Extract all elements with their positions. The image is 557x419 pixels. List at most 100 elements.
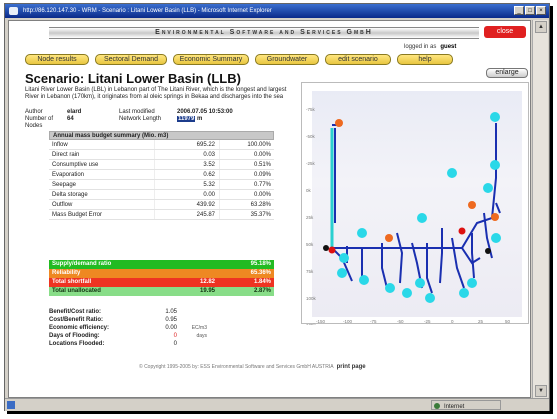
nav-button-groundwater[interactable]: Groundwater [255, 54, 319, 65]
window-titlebar: http://86.120.147.30 - WRM - Scenario : … [5, 4, 549, 18]
reservoir-node[interactable] [385, 234, 393, 242]
river-segment [439, 228, 443, 284]
budget-row: Outflow 439.92 63.28% [49, 200, 274, 210]
performance-label: Reliability [52, 270, 81, 276]
demand-node[interactable] [337, 268, 347, 278]
economics-row: Days of Flooding: 0 days [49, 332, 289, 340]
map-y-tick: 25k [306, 215, 314, 220]
close-button[interactable]: close [484, 26, 526, 38]
demand-node[interactable] [385, 283, 395, 293]
budget-row: Consumptive use 3.52 0.51% [49, 160, 274, 170]
reservoir-node[interactable] [468, 201, 476, 209]
map-y-tick: 100k [306, 296, 317, 301]
shortfall-node[interactable] [458, 227, 466, 235]
nav-button-node-results[interactable]: Node results [25, 54, 89, 65]
budget-row: Seepage 5.32 0.77% [49, 180, 274, 190]
modified-label: Last modified [119, 109, 155, 115]
copyright-text: © Copyright 1995-2005 by: ESS Environmen… [139, 364, 334, 370]
brand-banner: Environmental Software and Services GmbH [49, 27, 479, 39]
demand-node[interactable] [459, 288, 469, 298]
budget-table-title: Annual mass budget summary (Mio. m3) [49, 131, 274, 140]
shortfall-node[interactable] [328, 246, 336, 254]
print-page-link[interactable]: print page [337, 364, 366, 370]
budget-value: 3.52 [154, 160, 219, 169]
network-map-svg[interactable]: -75k -50k -25k 0k 25k 50k 75k 100k 125k-150 -100 -… [302, 83, 530, 325]
scroll-up-arrow-icon[interactable]: ▲ [535, 21, 547, 33]
demand-node[interactable] [490, 160, 500, 170]
reservoir-node[interactable] [335, 119, 343, 127]
map-y-tick: 0k [306, 188, 312, 193]
map-y-tick: 75k [306, 269, 314, 274]
economics-row: Benefit/Cost ratio: 1.05 [49, 308, 289, 316]
economics-value: 0 [173, 341, 177, 347]
page-title: Scenario: Litani Lower Basin (LLB) [25, 71, 241, 86]
demand-node[interactable] [417, 213, 427, 223]
demand-node[interactable] [357, 228, 367, 238]
map-x-tick: 50 [505, 319, 511, 324]
nav-button-sectoral-demand[interactable]: Sectoral Demand [95, 54, 167, 65]
ie-icon [9, 7, 18, 15]
budget-value: 0.03 [154, 150, 219, 159]
nav-button-help[interactable]: help [397, 54, 453, 65]
author-value: elard [67, 109, 82, 115]
nav-bar: Node results Sectoral Demand Economic Summ… [25, 54, 530, 65]
scroll-down-arrow-icon[interactable]: ▼ [535, 385, 547, 397]
nav-button-economic-summary[interactable]: Economic Summary [173, 54, 249, 65]
budget-table: Annual mass budget summary (Mio. m3) Inf… [49, 131, 274, 220]
demand-node[interactable] [425, 293, 435, 303]
budget-percent: 100.00% [219, 140, 274, 149]
browser-window: http://86.120.147.30 - WRM - Scenario : … [4, 3, 550, 411]
budget-percent: 0.00% [219, 150, 274, 159]
demand-node[interactable] [339, 253, 349, 263]
map-x-tick: 25 [478, 319, 484, 324]
map-y-tick: 125k [306, 323, 317, 325]
demand-node[interactable] [415, 278, 425, 288]
budget-label: Evaporation [52, 172, 85, 178]
economics-table: Benefit/Cost ratio: 1.05 Cost/Benefit Rati… [49, 308, 289, 348]
budget-label: Inflow [52, 142, 68, 148]
budget-percent: 0.00% [219, 190, 274, 199]
demand-node[interactable] [490, 112, 500, 122]
economics-label: Cost/Benefit Ratio: [49, 317, 103, 323]
budget-value: 0.00 [154, 190, 219, 199]
close-window-button[interactable]: × [536, 6, 546, 15]
map-x-tick: -150 [316, 319, 326, 324]
budget-label: Mass Budget Error [52, 212, 103, 218]
river-segment [471, 233, 475, 279]
budget-row: Evaporation 0.62 0.09% [49, 170, 274, 180]
map-x-tick: -25 [424, 319, 431, 324]
network-map[interactable]: -75k -50k -25k 0k 25k 50k 75k 100k 125k-150 -100 -… [301, 82, 530, 325]
budget-value: 0.62 [154, 170, 219, 179]
reservoir-node[interactable] [491, 213, 499, 221]
demand-node[interactable] [483, 183, 493, 193]
maximize-button[interactable]: □ [525, 6, 535, 15]
footer: © Copyright 1995-2005 by: ESS Environmen… [139, 364, 366, 370]
demand-node[interactable] [467, 278, 477, 288]
economics-value: 0.95 [165, 317, 177, 323]
demand-node[interactable] [402, 288, 412, 298]
performance-percent: 2.87% [253, 288, 271, 294]
budget-percent: 0.51% [219, 160, 274, 169]
economics-row: Economic efficiency: 0.00 EC/m3 [49, 324, 289, 332]
economics-label: Benefit/Cost ratio: [49, 309, 102, 315]
nav-button-edit-scenario[interactable]: edit scenario [325, 54, 391, 65]
demand-node[interactable] [491, 233, 501, 243]
budget-percent: 0.09% [219, 170, 274, 179]
username: guest [440, 44, 457, 50]
vertical-scrollbar[interactable]: ▲ ▼ [532, 20, 548, 398]
enlarge-button[interactable]: enlarge [486, 68, 528, 78]
demand-node[interactable] [359, 275, 369, 285]
economics-unit [177, 340, 207, 348]
minimize-button[interactable]: _ [514, 6, 524, 15]
demand-node[interactable] [447, 168, 457, 178]
economics-unit: days [196, 333, 207, 339]
budget-row: Delta storage 0.00 0.00% [49, 190, 274, 200]
economics-row: Cost/Benefit Ratio: 0.95 [49, 316, 289, 324]
budget-percent: 35.37% [219, 210, 274, 219]
budget-label: Outflow [52, 202, 73, 208]
map-y-tick: -50k [306, 134, 316, 139]
performance-row: Reliability 65.36% [49, 269, 274, 278]
junction-node[interactable] [485, 248, 491, 254]
junction-node[interactable] [323, 245, 329, 251]
economics-label: Locations Flooded: [49, 341, 105, 347]
